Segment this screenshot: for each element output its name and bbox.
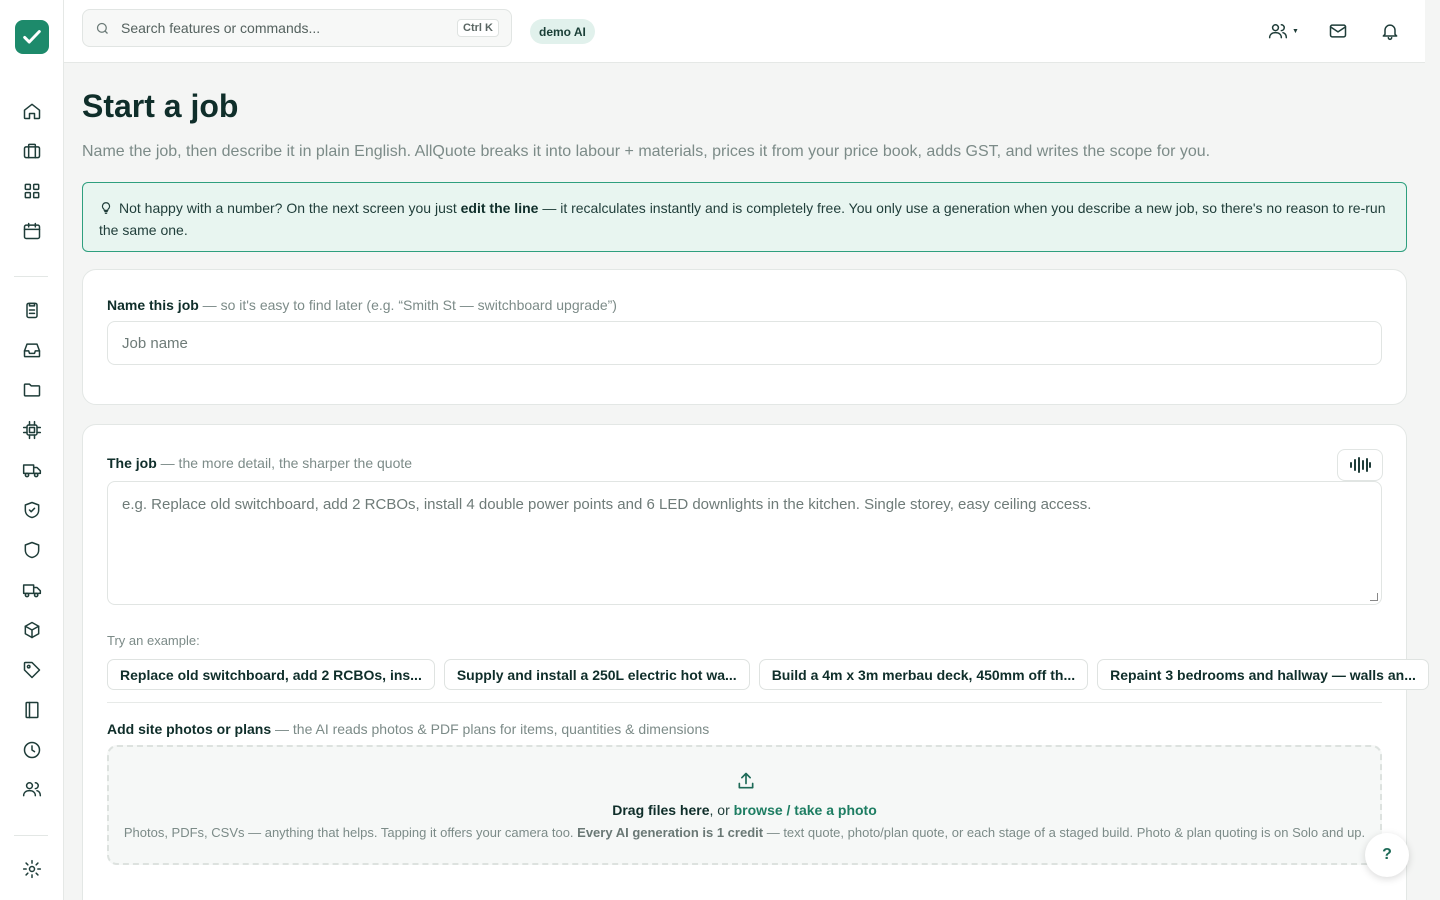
- job-name-input[interactable]: Job name: [107, 321, 1382, 365]
- briefcase-icon[interactable]: [20, 139, 44, 163]
- resize-handle[interactable]: [1370, 593, 1378, 601]
- tip-banner: Not happy with a number? On the next scr…: [82, 182, 1407, 252]
- page-subtitle: Name the job, then describe it in plain …: [82, 143, 1211, 160]
- search-shortcut: Ctrl K: [457, 19, 499, 37]
- job-name-card: Name this job — so it's easy to find lat…: [82, 269, 1407, 405]
- box-icon[interactable]: [20, 618, 44, 642]
- clipboard-icon[interactable]: [20, 298, 44, 322]
- inbox-icon[interactable]: [20, 338, 44, 362]
- bell-icon[interactable]: [1378, 19, 1402, 43]
- truck-icon[interactable]: [20, 458, 44, 482]
- photos-label: Add site photos or plans — the AI reads …: [107, 721, 710, 737]
- topbar: Search features or commands... Ctrl K de…: [64, 0, 1425, 63]
- sidebar: [0, 0, 64, 900]
- example-chip[interactable]: Replace old switchboard, add 2 RCBOs, in…: [107, 659, 435, 690]
- browse-link[interactable]: browse / take a photo: [734, 802, 877, 818]
- sidebar-divider: [14, 276, 48, 277]
- job-desc-label: The job — the more detail, the sharper t…: [107, 455, 413, 471]
- team-icon[interactable]: [1266, 19, 1290, 43]
- job-name-label: Name this job — so it's easy to find lat…: [107, 297, 617, 313]
- book-icon[interactable]: [20, 698, 44, 722]
- example-chip[interactable]: Repaint 3 bedrooms and hallway — walls a…: [1097, 659, 1429, 690]
- mail-icon[interactable]: [1326, 19, 1350, 43]
- job-name-placeholder: Job name: [122, 334, 188, 352]
- job-description-textarea[interactable]: e.g. Replace old switchboard, add 2 RCBO…: [107, 481, 1382, 605]
- upload-icon: [738, 772, 754, 789]
- shield-icon[interactable]: [20, 538, 44, 562]
- grid-icon[interactable]: [20, 179, 44, 203]
- delivery-truck-icon[interactable]: [20, 578, 44, 602]
- page-title: Start a job: [82, 88, 239, 124]
- search-icon: [96, 22, 108, 34]
- calendar-icon[interactable]: [20, 219, 44, 243]
- sidebar-divider: [14, 835, 48, 836]
- examples-label: Try an example:: [107, 633, 200, 648]
- help-button[interactable]: ?: [1365, 833, 1409, 877]
- search-input[interactable]: Search features or commands... Ctrl K: [82, 9, 512, 47]
- chevron-down-icon: ▼: [1292, 28, 1299, 35]
- waveform-icon[interactable]: [1337, 449, 1383, 481]
- clock-icon[interactable]: [20, 738, 44, 762]
- file-dropzone[interactable]: Drag files here, or browse / take a phot…: [107, 745, 1382, 865]
- job-description-card: The job — the more detail, the sharper t…: [82, 424, 1429, 900]
- job-desc-placeholder: e.g. Replace old switchboard, add 2 RCBO…: [122, 496, 1092, 513]
- example-chips: Replace old switchboard, add 2 RCBOs, in…: [107, 659, 1429, 690]
- section-divider: [107, 702, 1382, 703]
- dropzone-text: Drag files here, or browse / take a phot…: [612, 802, 877, 818]
- example-chip[interactable]: Build a 4m x 3m merbau deck, 450mm off t…: [758, 659, 1089, 690]
- lightbulb-icon: [101, 202, 111, 214]
- home-icon[interactable]: [20, 99, 44, 123]
- tip-bold: edit the line: [460, 200, 539, 216]
- chip-icon[interactable]: [20, 418, 44, 442]
- users-icon[interactable]: [20, 777, 44, 801]
- settings-icon[interactable]: [20, 857, 44, 881]
- example-chip[interactable]: Supply and install a 250L electric hot w…: [443, 659, 750, 690]
- tip-text: Not happy with a number? On the next scr…: [119, 200, 461, 216]
- folder-icon[interactable]: [20, 378, 44, 402]
- demo-badge[interactable]: demo AI: [530, 19, 595, 44]
- dropzone-note: Photos, PDFs, CSVs — anything that helps…: [123, 825, 1366, 840]
- check-logo-icon[interactable]: [15, 20, 49, 54]
- shield-check-icon[interactable]: [20, 498, 44, 522]
- search-placeholder: Search features or commands...: [121, 20, 321, 36]
- tag-icon[interactable]: [20, 658, 44, 682]
